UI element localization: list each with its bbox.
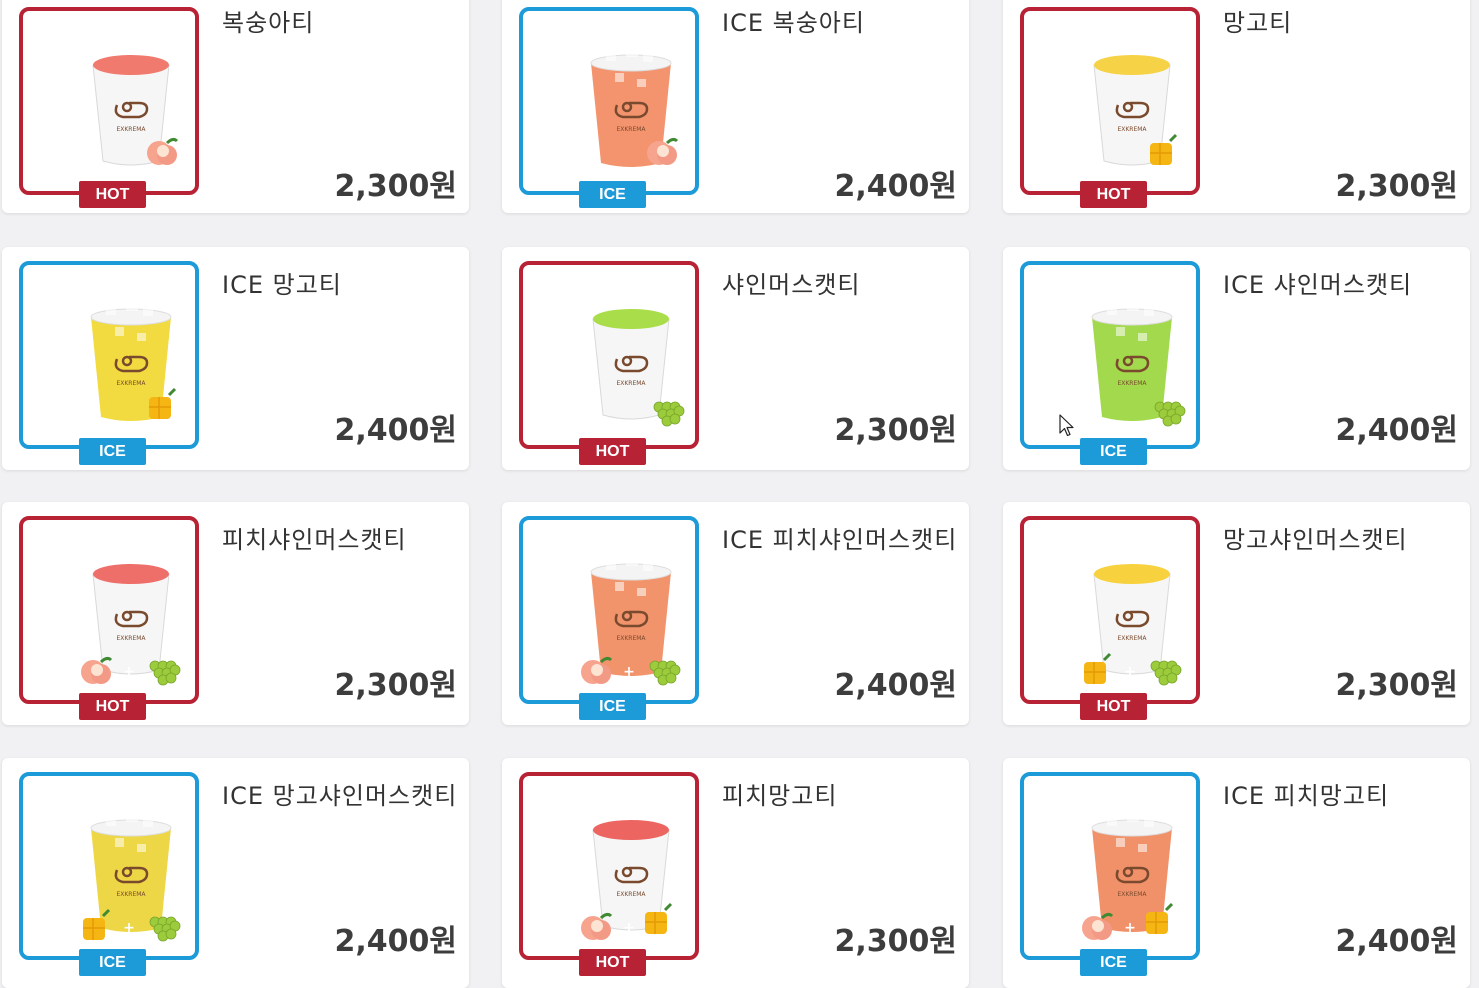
svg-text:EXKREMA: EXKREMA bbox=[116, 126, 146, 133]
hot-badge: HOT bbox=[79, 693, 146, 720]
svg-text:+: + bbox=[623, 664, 635, 680]
hot-badge: HOT bbox=[1080, 693, 1147, 720]
product-image-frame: EXKREMA bbox=[19, 261, 199, 449]
menu-card[interactable]: EXKREMA HOT 샤인머스캣티 2,300원 bbox=[502, 247, 969, 470]
product-price: 2,300원 bbox=[334, 169, 458, 204]
grape-icon bbox=[1150, 660, 1182, 686]
svg-text:+: + bbox=[623, 920, 635, 936]
product-name: ICE 샤인머스캣티 bbox=[1223, 271, 1413, 299]
drink-cup-icon: EXKREMA bbox=[571, 287, 691, 437]
product-image-frame: EXKREMA bbox=[519, 7, 699, 195]
svg-text:+: + bbox=[1124, 664, 1136, 680]
ice-badge: ICE bbox=[79, 949, 146, 976]
product-name: 복숭아티 bbox=[222, 9, 315, 37]
product-price: 2,400원 bbox=[1335, 413, 1459, 448]
drink-cup-icon: EXKREMA + bbox=[1072, 542, 1192, 692]
menu-card[interactable]: EXKREMA + HOT 망고샤인머스캣티 2,300원 bbox=[1003, 502, 1470, 725]
menu-grid: EXKREMA HOT 복숭아티 2,300원 EXKREMA ICE ICE … bbox=[0, 0, 1479, 988]
drink-cup-icon: EXKREMA + bbox=[1072, 798, 1192, 948]
hot-badge: HOT bbox=[579, 438, 646, 465]
product-price: 2,300원 bbox=[334, 668, 458, 703]
product-name: 피치샤인머스캣티 bbox=[222, 526, 407, 554]
drink-cup-icon: EXKREMA + bbox=[71, 798, 191, 948]
product-image-frame: EXKREMA bbox=[1020, 261, 1200, 449]
product-name: 망고샤인머스캣티 bbox=[1223, 526, 1408, 554]
svg-text:EXKREMA: EXKREMA bbox=[1117, 635, 1147, 642]
product-image-frame: EXKREMA + bbox=[1020, 772, 1200, 960]
product-name: ICE 피치망고티 bbox=[1223, 782, 1390, 810]
product-price: 2,300원 bbox=[834, 413, 958, 448]
svg-text:EXKREMA: EXKREMA bbox=[116, 380, 146, 387]
menu-card[interactable]: EXKREMA + ICE ICE 망고샤인머스캣티 2,400원 bbox=[2, 758, 469, 988]
drink-cup-icon: EXKREMA bbox=[71, 33, 191, 183]
svg-text:EXKREMA: EXKREMA bbox=[1117, 891, 1147, 898]
product-name: 피치망고티 bbox=[722, 782, 838, 810]
svg-text:EXKREMA: EXKREMA bbox=[616, 126, 646, 133]
mouse-pointer-icon bbox=[1059, 414, 1074, 437]
product-image-frame: EXKREMA bbox=[19, 7, 199, 195]
menu-card[interactable]: EXKREMA ICE ICE 복숭아티 2,400원 bbox=[502, 0, 969, 213]
grape-icon bbox=[149, 916, 181, 942]
product-name: ICE 복숭아티 bbox=[722, 9, 865, 37]
ice-badge: ICE bbox=[579, 693, 646, 720]
svg-text:+: + bbox=[1124, 920, 1136, 936]
svg-text:+: + bbox=[123, 664, 135, 680]
hot-badge: HOT bbox=[1080, 181, 1147, 208]
drink-cup-icon: EXKREMA + bbox=[571, 542, 691, 692]
ice-badge: ICE bbox=[1080, 949, 1147, 976]
product-price: 2,400원 bbox=[334, 924, 458, 959]
svg-text:EXKREMA: EXKREMA bbox=[616, 891, 646, 898]
product-price: 2,400원 bbox=[334, 413, 458, 448]
svg-text:EXKREMA: EXKREMA bbox=[116, 635, 146, 642]
menu-card[interactable]: EXKREMA + HOT 피치망고티 2,300원 bbox=[502, 758, 969, 988]
product-image-frame: EXKREMA bbox=[519, 261, 699, 449]
product-price: 2,300원 bbox=[1335, 668, 1459, 703]
product-image-frame: EXKREMA + bbox=[19, 772, 199, 960]
product-price: 2,400원 bbox=[1335, 924, 1459, 959]
product-image-frame: EXKREMA bbox=[1020, 7, 1200, 195]
menu-card[interactable]: EXKREMA + HOT 피치샤인머스캣티 2,300원 bbox=[2, 502, 469, 725]
product-price: 2,300원 bbox=[1335, 169, 1459, 204]
hot-badge: HOT bbox=[79, 181, 146, 208]
product-image-frame: EXKREMA + bbox=[519, 516, 699, 704]
ice-badge: ICE bbox=[79, 438, 146, 465]
product-image-frame: EXKREMA + bbox=[19, 516, 199, 704]
menu-card[interactable]: EXKREMA + ICE ICE 피치샤인머스캣티 2,400원 bbox=[502, 502, 969, 725]
product-name: ICE 망고티 bbox=[222, 271, 342, 299]
drink-cup-icon: EXKREMA bbox=[1072, 287, 1192, 437]
drink-cup-icon: EXKREMA bbox=[1072, 33, 1192, 183]
product-name: ICE 망고샤인머스캣티 bbox=[222, 782, 458, 810]
svg-text:EXKREMA: EXKREMA bbox=[616, 380, 646, 387]
product-name: 샤인머스캣티 bbox=[722, 271, 861, 299]
product-price: 2,300원 bbox=[834, 924, 958, 959]
drink-cup-icon: EXKREMA bbox=[71, 287, 191, 437]
grape-icon bbox=[649, 660, 681, 686]
svg-text:+: + bbox=[123, 920, 135, 936]
menu-card[interactable]: EXKREMA HOT 망고티 2,300원 bbox=[1003, 0, 1470, 213]
product-price: 2,400원 bbox=[834, 668, 958, 703]
drink-cup-icon: EXKREMA + bbox=[71, 542, 191, 692]
product-image-frame: EXKREMA + bbox=[519, 772, 699, 960]
drink-cup-icon: EXKREMA bbox=[571, 33, 691, 183]
svg-text:EXKREMA: EXKREMA bbox=[116, 891, 146, 898]
ice-badge: ICE bbox=[1080, 438, 1147, 465]
svg-text:EXKREMA: EXKREMA bbox=[616, 635, 646, 642]
drink-cup-icon: EXKREMA + bbox=[571, 798, 691, 948]
product-name: 망고티 bbox=[1223, 9, 1293, 37]
grape-icon bbox=[653, 401, 685, 427]
grape-icon bbox=[1154, 401, 1186, 427]
ice-badge: ICE bbox=[579, 181, 646, 208]
product-price: 2,400원 bbox=[834, 169, 958, 204]
product-image-frame: EXKREMA + bbox=[1020, 516, 1200, 704]
menu-card[interactable]: EXKREMA HOT 복숭아티 2,300원 bbox=[2, 0, 469, 213]
menu-card[interactable]: EXKREMA + ICE ICE 피치망고티 2,400원 bbox=[1003, 758, 1470, 988]
grape-icon bbox=[149, 660, 181, 686]
hot-badge: HOT bbox=[579, 949, 646, 976]
svg-text:EXKREMA: EXKREMA bbox=[1117, 380, 1147, 387]
svg-text:EXKREMA: EXKREMA bbox=[1117, 126, 1147, 133]
menu-card[interactable]: EXKREMA ICE ICE 망고티 2,400원 bbox=[2, 247, 469, 470]
product-name: ICE 피치샤인머스캣티 bbox=[722, 526, 958, 554]
